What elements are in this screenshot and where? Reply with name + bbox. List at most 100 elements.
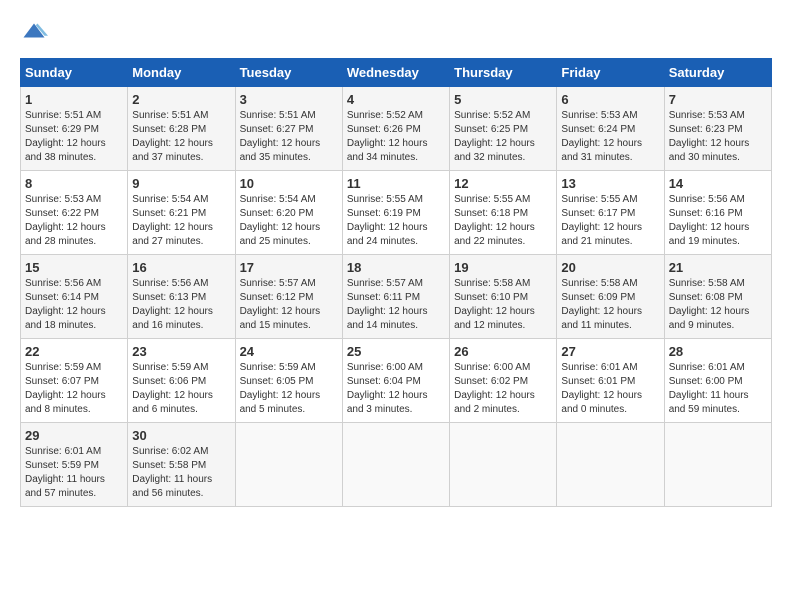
day-info: Sunrise: 5:51 AM Sunset: 6:29 PM Dayligh… <box>25 109 123 165</box>
calendar-cell: 22 Sunrise: 5:59 AM Sunset: 6:07 PM Dayli… <box>21 339 128 423</box>
day-info: Sunrise: 6:02 AM Sunset: 5:58 PM Dayligh… <box>132 445 230 501</box>
header-tuesday: Tuesday <box>235 59 342 87</box>
header-thursday: Thursday <box>450 59 557 87</box>
calendar-cell: 26 Sunrise: 6:00 AM Sunset: 6:02 PM Dayli… <box>450 339 557 423</box>
header-friday: Friday <box>557 59 664 87</box>
calendar-cell: 21 Sunrise: 5:58 AM Sunset: 6:08 PM Dayli… <box>664 255 771 339</box>
calendar-cell: 16Sunrise: 5:56 AM Sunset: 6:13 PM Dayli… <box>128 255 235 339</box>
calendar-cell: 11Sunrise: 5:55 AM Sunset: 6:19 PM Dayli… <box>342 171 449 255</box>
day-info: Sunrise: 6:01 AM Sunset: 5:59 PM Dayligh… <box>25 445 123 501</box>
calendar-cell <box>235 423 342 507</box>
calendar-cell: 15 Sunrise: 5:56 AM Sunset: 6:14 PM Dayli… <box>21 255 128 339</box>
calendar-week-row: 22 Sunrise: 5:59 AM Sunset: 6:07 PM Dayli… <box>21 339 772 423</box>
day-number: 10 <box>240 176 338 191</box>
day-info: Sunrise: 5:52 AM Sunset: 6:25 PM Dayligh… <box>454 109 552 165</box>
day-number: 9 <box>132 176 230 191</box>
day-info: Sunrise: 5:55 AM Sunset: 6:18 PM Dayligh… <box>454 193 552 249</box>
calendar-cell: 17Sunrise: 5:57 AM Sunset: 6:12 PM Dayli… <box>235 255 342 339</box>
day-number: 4 <box>347 92 445 107</box>
day-info: Sunrise: 5:56 AM Sunset: 6:16 PM Dayligh… <box>669 193 767 249</box>
header-wednesday: Wednesday <box>342 59 449 87</box>
day-number: 30 <box>132 428 230 443</box>
day-number: 11 <box>347 176 445 191</box>
day-info: Sunrise: 5:53 AM Sunset: 6:24 PM Dayligh… <box>561 109 659 165</box>
day-info: Sunrise: 5:59 AM Sunset: 6:07 PM Dayligh… <box>25 361 123 417</box>
calendar-cell <box>342 423 449 507</box>
day-number: 1 <box>25 92 123 107</box>
day-info: Sunrise: 5:51 AM Sunset: 6:27 PM Dayligh… <box>240 109 338 165</box>
day-number: 2 <box>132 92 230 107</box>
calendar-cell: 12 Sunrise: 5:55 AM Sunset: 6:18 PM Dayli… <box>450 171 557 255</box>
calendar-cell: 20 Sunrise: 5:58 AM Sunset: 6:09 PM Dayli… <box>557 255 664 339</box>
day-info: Sunrise: 5:56 AM Sunset: 6:14 PM Dayligh… <box>25 277 123 333</box>
day-info: Sunrise: 5:58 AM Sunset: 6:10 PM Dayligh… <box>454 277 552 333</box>
day-number: 21 <box>669 260 767 275</box>
calendar-cell: 4 Sunrise: 5:52 AM Sunset: 6:26 PM Daylig… <box>342 87 449 171</box>
calendar-cell: 3 Sunrise: 5:51 AM Sunset: 6:27 PM Daylig… <box>235 87 342 171</box>
calendar-cell: 25Sunrise: 6:00 AM Sunset: 6:04 PM Dayli… <box>342 339 449 423</box>
day-info: Sunrise: 5:56 AM Sunset: 6:13 PM Dayligh… <box>132 277 230 333</box>
day-number: 12 <box>454 176 552 191</box>
day-number: 20 <box>561 260 659 275</box>
day-info: Sunrise: 5:59 AM Sunset: 6:06 PM Dayligh… <box>132 361 230 417</box>
day-number: 26 <box>454 344 552 359</box>
day-info: Sunrise: 5:58 AM Sunset: 6:09 PM Dayligh… <box>561 277 659 333</box>
page-header <box>20 20 772 48</box>
day-number: 24 <box>240 344 338 359</box>
day-number: 19 <box>454 260 552 275</box>
day-number: 28 <box>669 344 767 359</box>
day-number: 14 <box>669 176 767 191</box>
calendar-cell: 7 Sunrise: 5:53 AM Sunset: 6:23 PM Daylig… <box>664 87 771 171</box>
day-info: Sunrise: 6:01 AM Sunset: 6:00 PM Dayligh… <box>669 361 767 417</box>
day-info: Sunrise: 5:53 AM Sunset: 6:22 PM Dayligh… <box>25 193 123 249</box>
header-saturday: Saturday <box>664 59 771 87</box>
day-info: Sunrise: 5:54 AM Sunset: 6:21 PM Dayligh… <box>132 193 230 249</box>
calendar-cell: 1 Sunrise: 5:51 AM Sunset: 6:29 PM Daylig… <box>21 87 128 171</box>
day-info: Sunrise: 5:52 AM Sunset: 6:26 PM Dayligh… <box>347 109 445 165</box>
day-number: 3 <box>240 92 338 107</box>
calendar-cell: 24 Sunrise: 5:59 AM Sunset: 6:05 PM Dayli… <box>235 339 342 423</box>
logo-icon <box>20 20 48 48</box>
header-monday: Monday <box>128 59 235 87</box>
header-sunday: Sunday <box>21 59 128 87</box>
calendar-cell: 9 Sunrise: 5:54 AM Sunset: 6:21 PM Daylig… <box>128 171 235 255</box>
day-info: Sunrise: 6:01 AM Sunset: 6:01 PM Dayligh… <box>561 361 659 417</box>
day-info: Sunrise: 5:59 AM Sunset: 6:05 PM Dayligh… <box>240 361 338 417</box>
calendar-table: SundayMondayTuesdayWednesdayThursdayFrid… <box>20 58 772 507</box>
calendar-cell: 28 Sunrise: 6:01 AM Sunset: 6:00 PM Dayli… <box>664 339 771 423</box>
calendar-cell: 30 Sunrise: 6:02 AM Sunset: 5:58 PM Dayli… <box>128 423 235 507</box>
calendar-week-row: 1 Sunrise: 5:51 AM Sunset: 6:29 PM Daylig… <box>21 87 772 171</box>
calendar-cell <box>450 423 557 507</box>
day-number: 15 <box>25 260 123 275</box>
day-number: 13 <box>561 176 659 191</box>
day-number: 17 <box>240 260 338 275</box>
day-info: Sunrise: 5:55 AM Sunset: 6:17 PM Dayligh… <box>561 193 659 249</box>
day-number: 27 <box>561 344 659 359</box>
day-number: 7 <box>669 92 767 107</box>
calendar-cell: 5 Sunrise: 5:52 AM Sunset: 6:25 PM Daylig… <box>450 87 557 171</box>
logo <box>20 20 52 48</box>
calendar-week-row: 8Sunrise: 5:53 AM Sunset: 6:22 PM Daylig… <box>21 171 772 255</box>
calendar-cell: 14 Sunrise: 5:56 AM Sunset: 6:16 PM Dayli… <box>664 171 771 255</box>
calendar-week-row: 15 Sunrise: 5:56 AM Sunset: 6:14 PM Dayli… <box>21 255 772 339</box>
calendar-cell <box>557 423 664 507</box>
day-info: Sunrise: 5:54 AM Sunset: 6:20 PM Dayligh… <box>240 193 338 249</box>
day-number: 22 <box>25 344 123 359</box>
day-number: 5 <box>454 92 552 107</box>
day-info: Sunrise: 5:58 AM Sunset: 6:08 PM Dayligh… <box>669 277 767 333</box>
calendar-header-row: SundayMondayTuesdayWednesdayThursdayFrid… <box>21 59 772 87</box>
day-info: Sunrise: 6:00 AM Sunset: 6:02 PM Dayligh… <box>454 361 552 417</box>
day-info: Sunrise: 5:53 AM Sunset: 6:23 PM Dayligh… <box>669 109 767 165</box>
calendar-cell: 19 Sunrise: 5:58 AM Sunset: 6:10 PM Dayli… <box>450 255 557 339</box>
calendar-cell: 18 Sunrise: 5:57 AM Sunset: 6:11 PM Dayli… <box>342 255 449 339</box>
calendar-cell: 23Sunrise: 5:59 AM Sunset: 6:06 PM Dayli… <box>128 339 235 423</box>
day-number: 29 <box>25 428 123 443</box>
day-number: 6 <box>561 92 659 107</box>
calendar-cell: 29 Sunrise: 6:01 AM Sunset: 5:59 PM Dayli… <box>21 423 128 507</box>
day-info: Sunrise: 5:57 AM Sunset: 6:11 PM Dayligh… <box>347 277 445 333</box>
day-info: Sunrise: 5:51 AM Sunset: 6:28 PM Dayligh… <box>132 109 230 165</box>
calendar-cell: 2 Sunrise: 5:51 AM Sunset: 6:28 PM Daylig… <box>128 87 235 171</box>
day-number: 18 <box>347 260 445 275</box>
calendar-cell <box>664 423 771 507</box>
calendar-cell: 6 Sunrise: 5:53 AM Sunset: 6:24 PM Daylig… <box>557 87 664 171</box>
